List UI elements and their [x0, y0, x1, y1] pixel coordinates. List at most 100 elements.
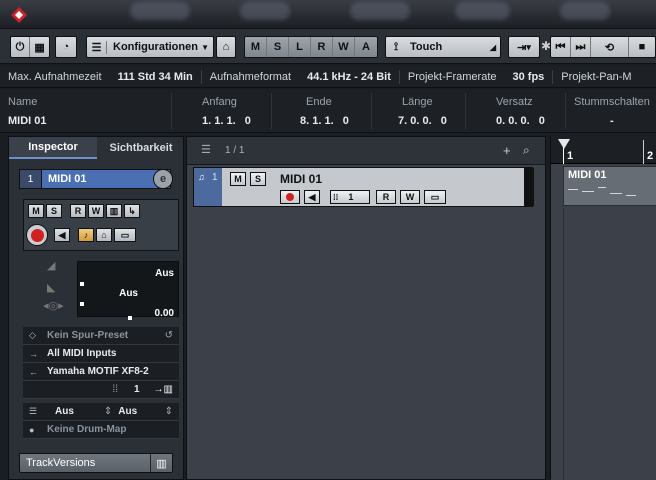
midi-channel-row[interactable]: ⁞⁞ 1 →▥ [23, 381, 179, 399]
global-audition-button[interactable]: A [355, 37, 377, 57]
left-locator-icon[interactable] [557, 138, 571, 150]
track-solo-button[interactable]: S [250, 172, 266, 186]
event-length-value[interactable]: 7. 0. 0. 0 [398, 115, 447, 127]
write-automation-button[interactable]: W [88, 204, 104, 218]
pan-value[interactable]: Aus [119, 288, 138, 299]
tab-visibility[interactable]: Sichtbarkeit [97, 137, 185, 159]
global-read-button[interactable]: R [311, 37, 333, 57]
track-mute-button[interactable]: M [230, 172, 246, 186]
desktop-icon-blur [350, 2, 410, 20]
window-layout-buttons[interactable]: ⏻ ▦ [10, 36, 50, 58]
track-row-name[interactable]: MIDI 01 [280, 172, 322, 186]
go-to-start-icon: ⏮ [555, 40, 566, 53]
stop-icon: ■ [638, 41, 646, 53]
midi-output-row[interactable]: ← Yamaha MOTIF XF8-2 [23, 363, 179, 381]
event-end-column[interactable]: Ende 8. 1. 1. 0 [272, 93, 372, 129]
tab-inspector[interactable]: Inspector [9, 137, 97, 159]
track-read-button[interactable]: R [376, 190, 396, 204]
event-offset-value[interactable]: 0. 0. 0. 0 [496, 115, 545, 127]
volume-value[interactable]: Aus [155, 268, 174, 279]
track-row[interactable]: ♫ 1 M S MIDI 01 ◀ ⁞⁞ 1 R W ▭ [193, 167, 534, 207]
stop-button[interactable]: ■ [629, 37, 655, 57]
track-write-button[interactable]: W [400, 190, 420, 204]
search-icon[interactable]: ⌕ [523, 143, 530, 158]
configuration-home-button[interactable]: ⌂ [216, 36, 236, 58]
stepper-icon[interactable]: ⇕ [165, 406, 173, 417]
edit-e-icon: e [159, 173, 167, 185]
midi-input-row[interactable]: → All MIDI Inputs [23, 345, 179, 363]
global-mute-button[interactable]: M [245, 37, 267, 57]
track-controls-box: M S R W ▥ ↳ ◀ ♪ ⌂ ▭ [23, 199, 179, 251]
max-record-time-value[interactable]: 111 Std 34 Min [110, 71, 201, 83]
event-info-line: Name MIDI 01 Anfang 1. 1. 1. 0 Ende 8. 1… [0, 89, 656, 133]
configurations-dropdown[interactable]: ☰ Konfigurationen ▼ [86, 36, 214, 58]
record-format-label: Aufnahmeformat [209, 70, 292, 83]
event-offset-column[interactable]: Versatz 0. 0. 0. 0 [466, 93, 566, 129]
bank-value[interactable]: Aus [55, 406, 74, 417]
layout-icon[interactable]: ▦ [30, 37, 49, 57]
event-start-value[interactable]: 1. 1. 1. 0 [202, 115, 251, 127]
event-mute-column[interactable]: Stummschalten - [566, 93, 656, 129]
drum-map-row[interactable]: ● Keine Drum-Map [23, 421, 179, 439]
power-icon[interactable]: ⏻ [11, 37, 31, 57]
volume-handle[interactable] [80, 282, 84, 286]
edit-instrument-button[interactable]: e [153, 169, 173, 189]
automation-mode-dropdown[interactable]: ⟟ Touch ◢ [385, 36, 501, 58]
event-mute-value[interactable]: - [610, 115, 614, 127]
timeline-ruler[interactable]: 1 2 [551, 136, 656, 164]
cubase-logo-icon [11, 7, 27, 23]
mute-button[interactable]: M [28, 204, 44, 218]
event-length-column[interactable]: Länge 7. 0. 0. 0 [372, 93, 466, 129]
track-record-button[interactable] [280, 190, 300, 204]
read-automation-button[interactable]: R [70, 204, 86, 218]
delay-handle[interactable] [128, 316, 132, 320]
go-to-start-button[interactable]: ⏮ [551, 37, 571, 57]
lane-display-button[interactable]: ▭ [114, 228, 136, 242]
pan-icon: ◣ [47, 282, 56, 294]
keyboard-icon: ▭ [430, 191, 440, 202]
monitor-button[interactable]: ◀ [54, 228, 70, 242]
track-versions-section[interactable]: TrackVersions ▥ [19, 453, 173, 473]
track-meter [524, 168, 534, 206]
add-track-icon[interactable]: + [503, 143, 511, 158]
stepper-icon[interactable]: ⇕ [104, 406, 112, 417]
track-list-menu-icon[interactable]: ☰ [201, 143, 211, 156]
track-channel-value: 1 [348, 192, 354, 202]
snap-mode-button[interactable]: ⇥ ▾ [508, 36, 540, 58]
midi-channel-value: 1 [133, 384, 140, 395]
global-listen-button[interactable]: L [289, 37, 311, 57]
lock-button[interactable]: ⌂ [96, 228, 112, 242]
track-preset-row[interactable]: ◇ Kein Spur-Preset ↺ [23, 327, 179, 345]
inspector-track-name[interactable]: 1 MIDI 01 ▶ [19, 169, 171, 189]
go-to-end-button[interactable]: ⏭ [571, 37, 591, 57]
event-end-value[interactable]: 8. 1. 1. 0 [300, 115, 349, 127]
media-bay-button[interactable]: ◔ [55, 36, 77, 58]
event-start-column[interactable]: Anfang 1. 1. 1. 0 [172, 93, 272, 129]
list-icon: ☰ [29, 406, 38, 416]
global-solo-button[interactable]: S [267, 37, 289, 57]
lane-button[interactable]: ▥ [106, 204, 122, 218]
cycle-button[interactable]: ⟲ [591, 37, 629, 57]
record-enable-button[interactable] [26, 224, 48, 246]
midi-event-name: MIDI 01 [568, 169, 607, 181]
clock-icon: ◔ [62, 41, 70, 53]
solo-button[interactable]: S [46, 204, 62, 218]
record-icon [30, 228, 44, 242]
track-monitor-button[interactable]: ◀ [304, 190, 320, 204]
event-name-column[interactable]: Name MIDI 01 [0, 93, 172, 129]
program-value[interactable]: Aus [118, 406, 137, 417]
delay-value[interactable]: 0.00 [155, 308, 174, 319]
musical-mode-button[interactable]: ♪ [78, 228, 94, 242]
track-lanes-button[interactable]: ▭ [424, 190, 446, 204]
record-format-value[interactable]: 44.1 kHz - 24 Bit [299, 71, 399, 83]
midi-output-label: Yamaha MOTIF XF8-2 [47, 366, 149, 377]
track-channel-selector[interactable]: ⁞⁞ 1 [330, 190, 370, 204]
event-name-value[interactable]: MIDI 01 [8, 115, 47, 127]
framerate-value[interactable]: 30 fps [505, 71, 553, 83]
drum-icon: ● [29, 424, 35, 435]
midi-event[interactable]: MIDI 01 [563, 166, 656, 206]
versions-icon: ▥ [150, 454, 172, 472]
pan-handle[interactable] [80, 302, 84, 306]
global-write-button[interactable]: W [333, 37, 355, 57]
route-button[interactable]: ↳ [124, 204, 140, 218]
